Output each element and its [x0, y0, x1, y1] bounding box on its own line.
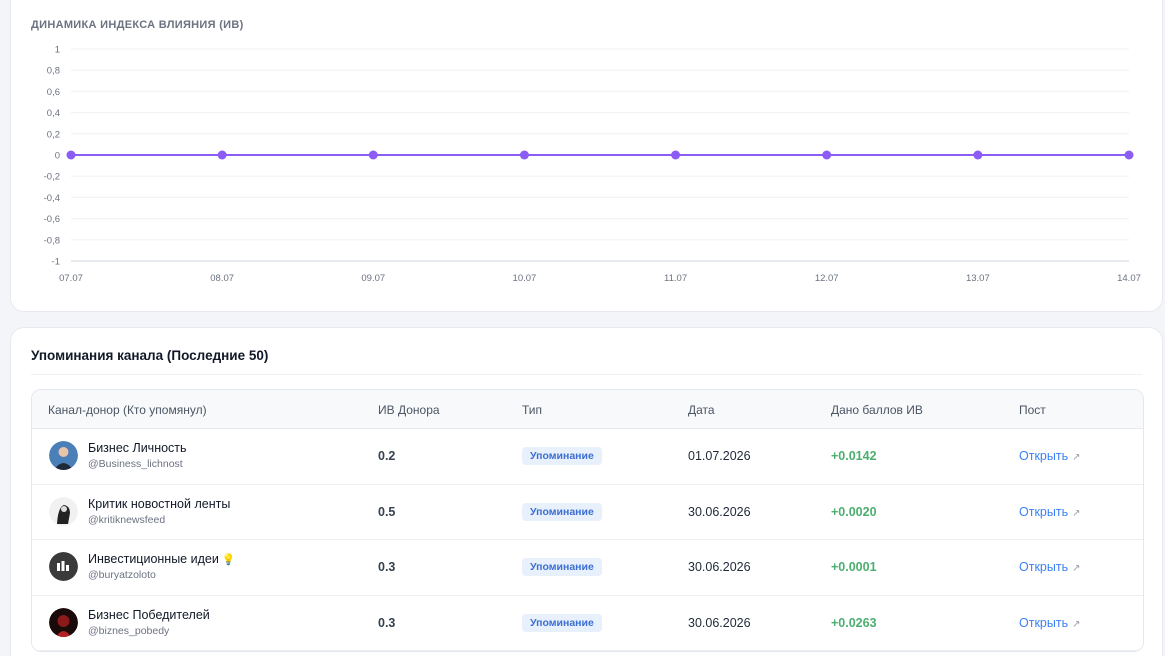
score-value: +0.0142: [831, 449, 877, 464]
external-link-icon: ↗: [1072, 452, 1081, 464]
channel-handle: @biznes_pobedy: [88, 624, 170, 637]
x-tick-label: 09.07: [361, 273, 385, 284]
x-tick-label: 10.07: [513, 273, 537, 284]
donor-iv-value: 0.3: [378, 560, 396, 575]
x-tick-label: 12.07: [815, 273, 839, 284]
y-tick-label: -1: [52, 257, 60, 268]
channel-avatar[interactable]: [49, 496, 78, 526]
y-tick-label: 0,6: [47, 87, 60, 98]
table-row: Критик новостной ленты @kritiknewsfeed 0…: [32, 484, 1143, 540]
external-link-icon: ↗: [1072, 618, 1081, 630]
lightbulb-icon: 💡: [221, 554, 236, 566]
data-point: [1124, 150, 1134, 160]
score-value: +0.0001: [831, 560, 877, 575]
data-point: [217, 150, 227, 160]
mention-date: 01.07.2026: [688, 449, 751, 464]
open-post-label[interactable]: Открыть: [1019, 560, 1068, 574]
x-tick-label: 13.07: [966, 273, 990, 284]
column-header-date: Дата: [688, 403, 715, 417]
mention-date: 30.06.2026: [688, 560, 751, 575]
channel-name[interactable]: Бизнес Победителей: [88, 608, 210, 622]
open-post-link[interactable]: Открыть ↗: [1019, 505, 1080, 519]
y-tick-label: -0,8: [44, 235, 60, 246]
table-row: Бизнес Личность @Business_lichnost 0.2 У…: [32, 429, 1143, 485]
x-tick-label: 14.07: [1117, 273, 1141, 284]
channel-handle: @buryatzoloto: [88, 569, 156, 581]
mention-type-badge: Упоминание: [522, 502, 602, 521]
donor-iv-value: 0.2: [378, 449, 396, 464]
open-post-label[interactable]: Открыть: [1019, 449, 1068, 463]
mentions-table: Канал-донор (Кто упомянул) ИВ Донора Тип…: [31, 389, 1144, 652]
open-post-link[interactable]: Открыть ↗: [1019, 560, 1080, 574]
y-tick-label: -0,4: [44, 193, 60, 204]
y-tick-label: 0,2: [47, 129, 60, 140]
mention-date: 30.06.2026: [688, 615, 751, 630]
column-header-channel: Канал-донор (Кто упомянул): [48, 403, 207, 417]
data-point: [671, 150, 681, 160]
mentions-title: Упоминания канала (Последние 50): [31, 348, 269, 363]
score-value: +0.0263: [831, 615, 877, 630]
channel-name-text[interactable]: Инвестиционные идеи: [88, 552, 219, 566]
data-point: [66, 150, 76, 160]
column-header-type: Тип: [522, 403, 543, 417]
table-header: Канал-донор (Кто упомянул) ИВ Донора Тип…: [32, 390, 1143, 429]
open-post-label[interactable]: Открыть: [1019, 505, 1068, 519]
column-header-score: Дано баллов ИВ: [831, 403, 923, 417]
column-header-post: Пост: [1019, 403, 1046, 417]
channel-name[interactable]: Критик новостной ленты: [88, 497, 230, 511]
divider: [31, 374, 1142, 375]
donor-iv-value: 0.5: [378, 504, 396, 519]
x-tick-label: 11.07: [664, 273, 687, 284]
open-post-link[interactable]: Открыть ↗: [1019, 449, 1080, 463]
data-point: [519, 150, 529, 160]
table-row: Инвестиционные идеи 💡 @buryatzoloto 0.3 У…: [32, 540, 1143, 596]
mentions-card: Упоминания канала (Последние 50) Канал-д…: [10, 327, 1163, 656]
data-point: [822, 150, 832, 160]
iv-dynamics-card: ДИНАМИКА ИНДЕКСА ВЛИЯНИЯ (ИВ) 1 0,8 0,6 0,4…: [10, 0, 1163, 312]
channel-handle: @kritiknewsfeed: [88, 513, 166, 526]
mention-date: 30.06.2026: [688, 504, 751, 519]
x-tick-label: 08.07: [210, 273, 234, 284]
column-header-donor-iv: ИВ Донора: [378, 403, 440, 417]
donor-iv-value: 0.3: [378, 615, 396, 630]
iv-line-chart: 1 0,8 0,6 0,4 0,2 0 -0,2 -0,4 -0,6 -0,8 -1 07.07 08.…: [44, 45, 1141, 285]
y-tick-label: -0,2: [44, 172, 60, 183]
y-tick-label: 1: [55, 45, 60, 56]
y-tick-label: 0: [55, 151, 60, 162]
x-tick-label: 07.07: [59, 273, 83, 284]
mention-type-badge: Упоминание: [522, 447, 602, 466]
y-tick-label: 0,8: [47, 66, 60, 77]
open-post-label[interactable]: Открыть: [1019, 616, 1068, 630]
mention-type-badge: Упоминание: [522, 613, 602, 632]
mention-type-badge: Упоминание: [522, 558, 602, 577]
y-tick-label: 0,4: [47, 108, 60, 119]
channel-avatar[interactable]: [49, 552, 78, 581]
data-point: [368, 150, 378, 160]
y-tick-label: -0,6: [44, 214, 60, 225]
channel-avatar[interactable]: [49, 441, 78, 470]
open-post-link[interactable]: Открыть ↗: [1019, 616, 1080, 630]
data-point: [973, 150, 983, 160]
channel-avatar[interactable]: [49, 607, 78, 637]
external-link-icon: ↗: [1072, 507, 1081, 519]
table-row: Бизнес Победителей @biznes_pobedy 0.3 Уп…: [32, 595, 1143, 651]
score-value: +0.0020: [831, 504, 877, 519]
channel-name[interactable]: Бизнес Личность: [88, 441, 187, 455]
channel-handle: @Business_lichnost: [88, 458, 183, 470]
external-link-icon: ↗: [1072, 563, 1081, 575]
channel-name[interactable]: Инвестиционные идеи 💡: [88, 552, 236, 566]
